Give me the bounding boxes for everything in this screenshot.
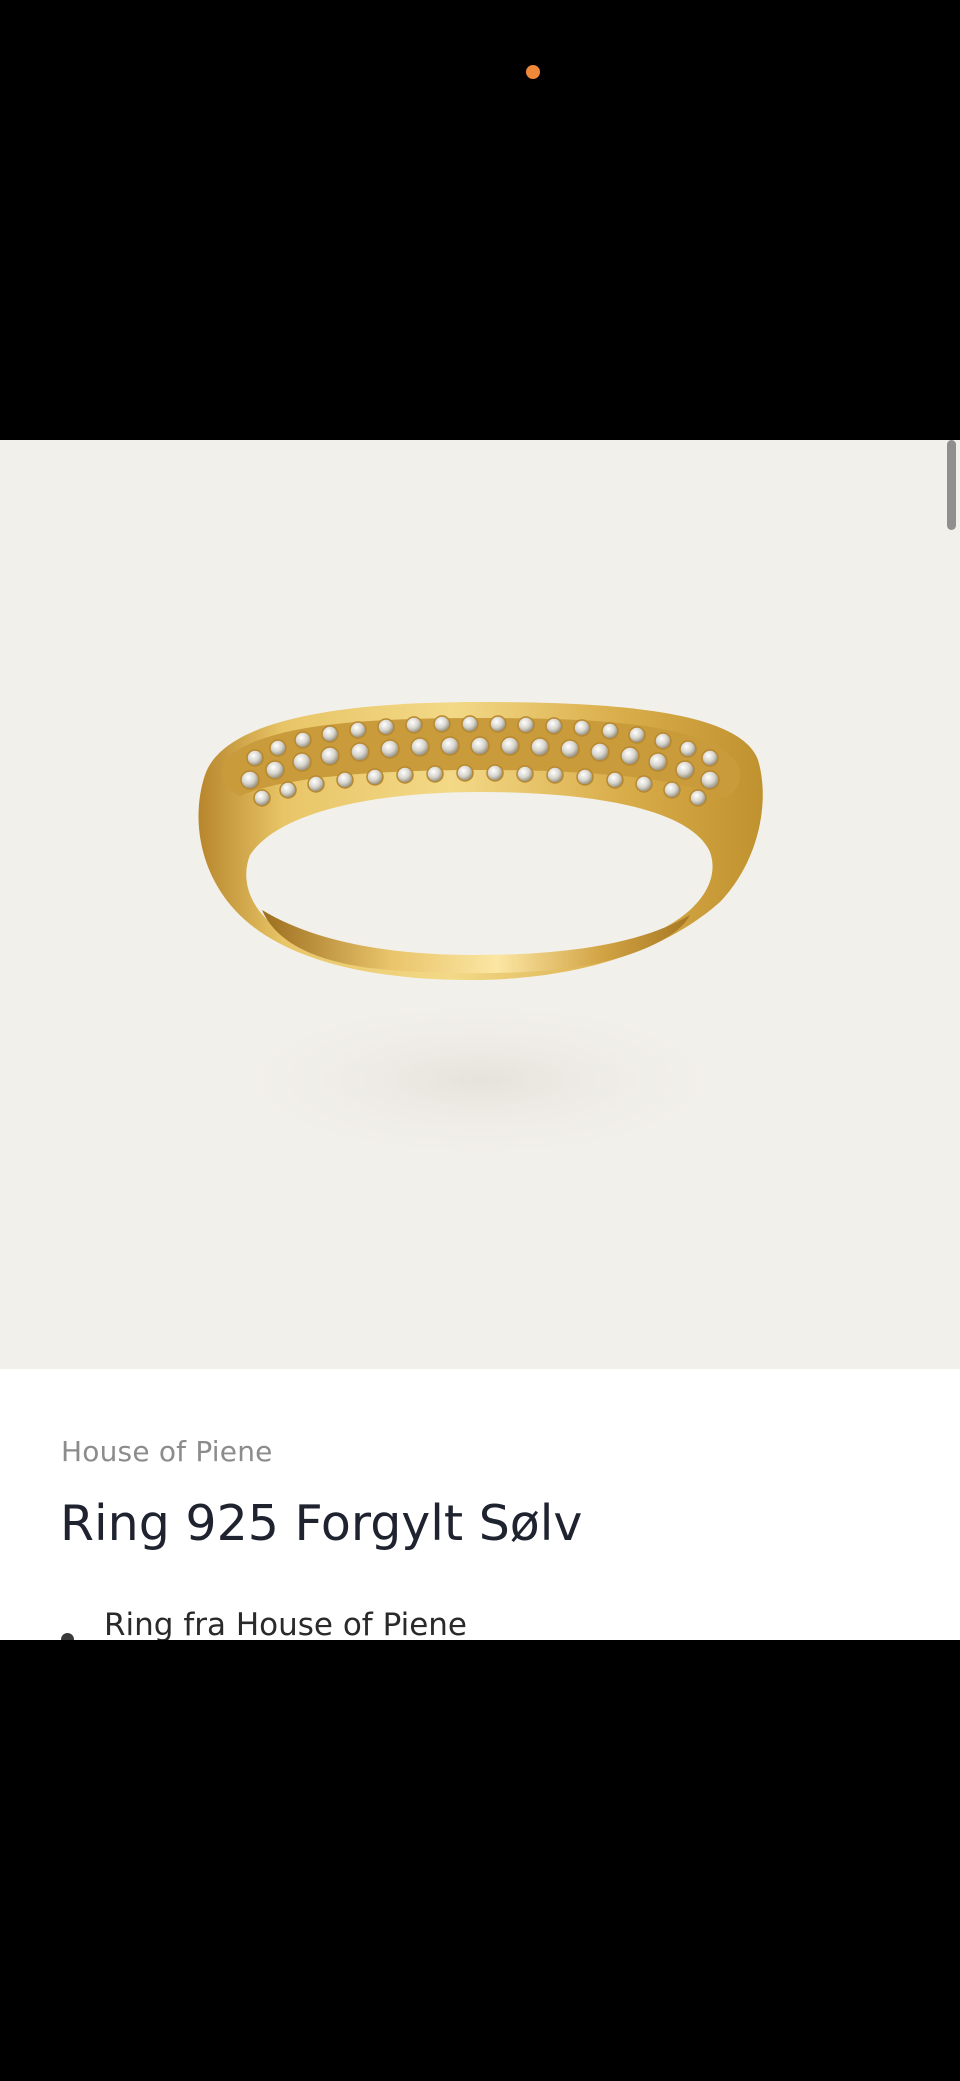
product-brand[interactable]: House of Piene xyxy=(61,1435,273,1468)
ring-illustration-icon xyxy=(198,702,763,1170)
bottom-letterbox xyxy=(0,1640,960,2081)
top-letterbox xyxy=(0,0,960,440)
product-page[interactable]: House of Piene Ring 925 Forgylt Sølv Rin… xyxy=(0,440,960,1640)
product-info: House of Piene Ring 925 Forgylt Sølv Rin… xyxy=(0,1369,960,1640)
product-image[interactable] xyxy=(0,440,960,1369)
camera-indicator-icon xyxy=(526,65,540,79)
bullet-text: Ring fra House of Piene xyxy=(104,1607,467,1640)
scrollbar[interactable] xyxy=(947,440,956,530)
bullet-icon xyxy=(61,1633,74,1640)
product-title: Ring 925 Forgylt Sølv xyxy=(60,1495,583,1552)
